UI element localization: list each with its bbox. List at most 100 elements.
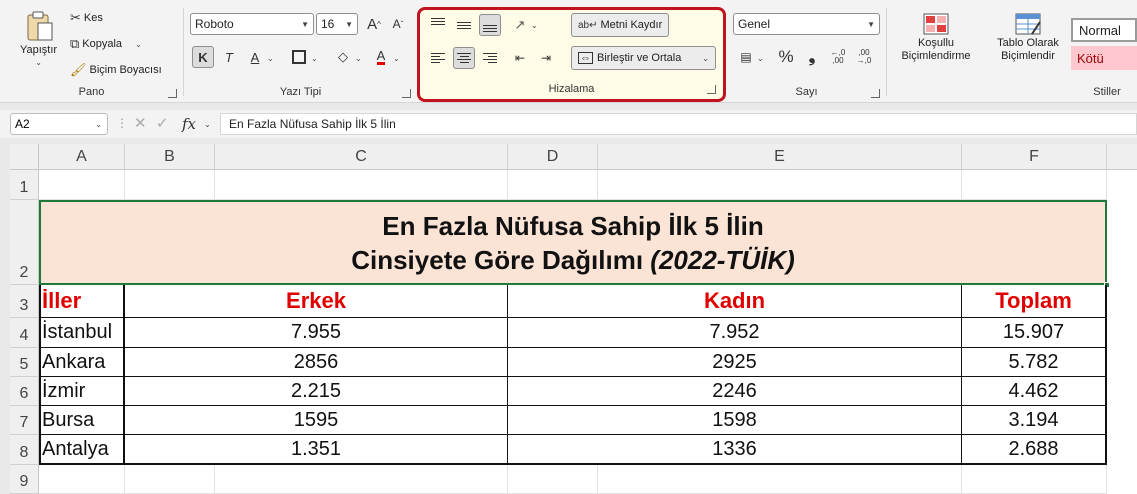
chevron-down-icon[interactable]: ⌄	[35, 58, 42, 67]
data-cell-female[interactable]: 2246	[508, 377, 962, 406]
row-header-2[interactable]: 2	[10, 200, 39, 285]
chevron-down-icon[interactable]: ⌄	[757, 54, 764, 63]
increase-indent-button[interactable]: ⇥	[535, 47, 557, 69]
cell-c9[interactable]	[215, 465, 508, 494]
bold-button[interactable]: K	[192, 46, 214, 68]
column-header-b[interactable]: B	[125, 144, 215, 170]
dialog-launcher-icon[interactable]	[402, 89, 411, 98]
insert-function-icon[interactable]: fx	[182, 115, 196, 133]
dialog-launcher-icon[interactable]	[168, 89, 177, 98]
data-cell-total[interactable]: 5.782	[962, 348, 1107, 377]
merge-center-button[interactable]: ⇔ Birleştir ve Ortala ⌄	[571, 46, 716, 70]
top-align-button[interactable]	[427, 14, 449, 36]
cell-d1[interactable]	[508, 170, 598, 200]
row-header-1[interactable]: 1	[10, 170, 39, 200]
chevron-down-icon[interactable]: ⌄	[267, 54, 274, 63]
font-size-dropdown[interactable]: 16 ▼	[316, 13, 358, 35]
data-cell-male[interactable]: 7.955	[125, 318, 508, 348]
data-cell-male[interactable]: 2856	[125, 348, 508, 377]
format-painter-button[interactable]: 🖌 Biçim Boyacısı	[70, 62, 162, 78]
middle-align-button[interactable]	[453, 14, 475, 36]
data-cell-male[interactable]: 2.215	[125, 377, 508, 406]
cell-a1[interactable]	[39, 170, 125, 200]
cut-button[interactable]: ✂ Kes	[70, 10, 103, 26]
row-header-8[interactable]: 8	[10, 435, 39, 465]
wrap-text-button[interactable]: ab↵ Metni Kaydır	[571, 13, 670, 37]
cell-c1[interactable]	[215, 170, 508, 200]
chevron-down-icon[interactable]: ⌄	[135, 40, 142, 49]
chevron-down-icon[interactable]: ⌄	[702, 54, 709, 63]
cancel-icon[interactable]: ✕	[134, 114, 147, 132]
cell-b1[interactable]	[125, 170, 215, 200]
column-header-c[interactable]: C	[215, 144, 508, 170]
chevron-down-icon[interactable]: ⌄	[393, 54, 400, 63]
bottom-align-button[interactable]	[479, 14, 501, 36]
row-header-4[interactable]: 4	[10, 318, 39, 348]
data-cell-male[interactable]: 1.351	[125, 435, 508, 465]
increase-decimal-button[interactable]: ←,0 ,00	[827, 46, 849, 68]
dialog-launcher-icon[interactable]	[707, 85, 716, 94]
cell-a9[interactable]	[39, 465, 125, 494]
data-cell-city[interactable]: Ankara	[39, 348, 125, 377]
cell-d9[interactable]	[508, 465, 598, 494]
title-merged-cell[interactable]: En Fazla Nüfusa Sahip İlk 5 İlin Cinsiye…	[39, 200, 1107, 285]
copy-button[interactable]: ⧉ Kopyala ⌄	[70, 36, 142, 52]
data-cell-total[interactable]: 2.688	[962, 435, 1107, 465]
orientation-button[interactable]: ↗	[509, 14, 531, 36]
comma-style-button[interactable]: ❟	[801, 46, 823, 68]
data-cell-total[interactable]: 4.462	[962, 377, 1107, 406]
font-name-dropdown[interactable]: Roboto ▼	[190, 13, 314, 35]
header-cell-erkek[interactable]: Erkek	[125, 285, 508, 318]
column-header-g[interactable]	[1107, 144, 1137, 170]
italic-button[interactable]: T	[218, 46, 240, 68]
normal-style-cell[interactable]: Normal	[1071, 18, 1137, 42]
chevron-down-icon[interactable]: ⌄	[204, 120, 211, 129]
paste-button[interactable]: Yapıştır ⌄	[20, 10, 57, 67]
shrink-font-button[interactable]: Aˇ	[387, 13, 409, 35]
cell-b9[interactable]	[125, 465, 215, 494]
data-cell-male[interactable]: 1595	[125, 406, 508, 435]
align-left-button[interactable]	[427, 47, 449, 69]
accounting-format-button[interactable]: ▤	[735, 46, 757, 68]
data-cell-female[interactable]: 1336	[508, 435, 962, 465]
chevron-down-icon[interactable]: ⌄	[95, 120, 102, 129]
formula-input[interactable]: En Fazla Nüfusa Sahip İlk 5 İlin	[220, 113, 1137, 135]
data-cell-female[interactable]: 7.952	[508, 318, 962, 348]
row-header-7[interactable]: 7	[10, 406, 39, 435]
fill-color-button[interactable]: ◇	[332, 46, 354, 68]
number-format-dropdown[interactable]: Genel ▼	[733, 13, 880, 35]
column-header-d[interactable]: D	[508, 144, 598, 170]
cell-f9[interactable]	[962, 465, 1107, 494]
column-header-f[interactable]: F	[962, 144, 1107, 170]
data-cell-female[interactable]: 1598	[508, 406, 962, 435]
header-cell-toplam[interactable]: Toplam	[962, 285, 1107, 318]
column-header-a[interactable]: A	[39, 144, 125, 170]
underline-button[interactable]: A	[244, 46, 266, 68]
check-icon[interactable]: ✓	[156, 114, 169, 132]
align-right-button[interactable]	[479, 47, 501, 69]
data-cell-city[interactable]: Bursa	[39, 406, 125, 435]
bad-style-cell[interactable]: Kötü	[1071, 46, 1137, 70]
data-cell-female[interactable]: 2925	[508, 348, 962, 377]
cell-f1[interactable]	[962, 170, 1107, 200]
row-header-3[interactable]: 3	[10, 285, 39, 318]
header-cell-iller[interactable]: İller	[39, 285, 125, 318]
column-header-e[interactable]: E	[598, 144, 962, 170]
name-box[interactable]: A2 ⌄	[10, 113, 108, 135]
chevron-down-icon[interactable]: ⌄	[355, 54, 362, 63]
grow-font-button[interactable]: A ^	[363, 13, 385, 35]
percent-button[interactable]: %	[775, 46, 797, 68]
data-cell-city[interactable]: İstanbul	[39, 318, 125, 348]
row-header-5[interactable]: 5	[10, 348, 39, 377]
row-header-9[interactable]: 9	[10, 465, 39, 494]
header-cell-kadin[interactable]: Kadın	[508, 285, 962, 318]
data-cell-total[interactable]: 3.194	[962, 406, 1107, 435]
chevron-down-icon[interactable]: ⌄	[531, 21, 538, 30]
dialog-launcher-icon[interactable]	[871, 89, 880, 98]
select-all-button[interactable]	[10, 144, 39, 170]
row-header-6[interactable]: 6	[10, 377, 39, 406]
data-cell-total[interactable]: 15.907	[962, 318, 1107, 348]
data-cell-city[interactable]: Antalya	[39, 435, 125, 465]
align-center-button[interactable]	[453, 47, 475, 69]
font-color-button[interactable]: A	[370, 46, 392, 68]
